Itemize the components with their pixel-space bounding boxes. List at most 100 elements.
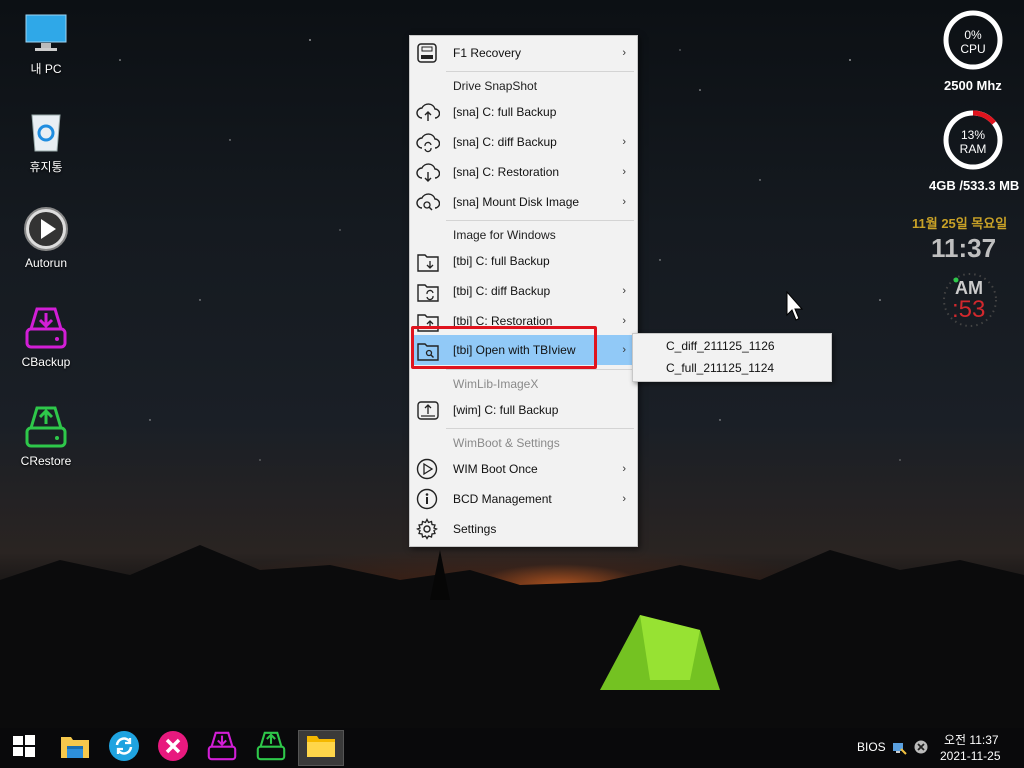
menu-item-bcd-management[interactable]: BCD Management ›	[411, 484, 636, 514]
menu-item-settings[interactable]: Settings	[411, 514, 636, 544]
menu-item-label: [sna] C: diff Backup	[453, 135, 557, 149]
cpu-label: CPU	[960, 42, 986, 56]
recycle-bin-icon	[23, 108, 69, 154]
submenu-item-c-full[interactable]: C_full_211125_1124	[666, 361, 774, 375]
restore-drive-icon	[23, 404, 69, 450]
ram-percent: 13%	[960, 128, 986, 142]
taskbar-close-app[interactable]	[152, 728, 194, 768]
menu-item-sna-restoration[interactable]: [sna] C: Restoration ›	[411, 157, 636, 187]
cloud-up-icon	[416, 101, 441, 123]
chevron-right-icon: ›	[622, 47, 626, 59]
submenu-tbiview: C_diff_211125_1126 C_full_211125_1124	[632, 333, 832, 382]
menu-item-label: [sna] Mount Disk Image	[453, 195, 580, 209]
chevron-right-icon: ›	[622, 344, 626, 356]
chevron-right-icon: ›	[622, 285, 626, 297]
taskbar-cbackup[interactable]	[201, 728, 243, 768]
menu-item-wim-boot-once[interactable]: WIM Boot Once ›	[411, 454, 636, 484]
desktop-icon-label: 내 PC	[30, 62, 62, 76]
desktop-icon-label: CBackup	[21, 355, 71, 369]
taskbar-refresh[interactable]	[103, 728, 145, 768]
taskbar-crestore[interactable]	[250, 728, 292, 768]
menu-item-sna-full-backup[interactable]: [sna] C: full Backup	[411, 97, 636, 127]
chevron-right-icon: ›	[622, 315, 626, 327]
folder-sync-icon	[416, 280, 439, 302]
tray-date[interactable]: 2021-11-25	[940, 749, 1001, 763]
tray-close-icon[interactable]	[914, 740, 928, 759]
folder-down-icon	[416, 250, 439, 272]
menu-item-label: [sna] C: Restoration	[453, 165, 560, 179]
ram-usage: 4GB /533.3 MB	[929, 178, 1020, 193]
crestore-icon	[255, 730, 287, 767]
cbackup-icon	[206, 730, 238, 767]
chevron-right-icon: ›	[622, 463, 626, 475]
backup-drive-icon	[23, 305, 69, 351]
menu-item-f1-recovery[interactable]: F1 Recovery ›	[411, 38, 636, 68]
desktop-icon-label: 휴지통	[29, 160, 63, 174]
explorer-icon	[60, 733, 90, 764]
menu-separator	[446, 71, 634, 72]
menu-item-wim-full-backup[interactable]: [wim] C: full Backup	[411, 395, 636, 425]
menu-section-header: Drive SnapShot	[453, 79, 538, 93]
menu-item-sna-diff-backup[interactable]: [sna] C: diff Backup ›	[411, 127, 636, 157]
play-icon	[23, 206, 69, 252]
menu-item-label: [wim] C: full Backup	[453, 403, 559, 417]
menu-separator	[446, 428, 634, 429]
menu-item-tbi-full-backup[interactable]: [tbi] C: full Backup	[411, 246, 636, 276]
chevron-right-icon: ›	[622, 136, 626, 148]
monitor-icon	[23, 10, 69, 56]
menu-section-header: WimLib-ImageX	[453, 377, 539, 391]
cpu-percent: 0%	[964, 28, 982, 42]
start-icon	[12, 734, 36, 763]
widget-seconds: :53	[952, 296, 986, 323]
menu-item-label: BCD Management	[453, 492, 552, 506]
cloud-search-icon	[416, 191, 441, 213]
cloud-sync-icon	[416, 131, 441, 153]
folder-icon	[306, 734, 336, 763]
submenu-item-c-diff[interactable]: C_diff_211125_1126	[666, 339, 775, 353]
desktop-icon-autorun[interactable]: Autorun	[6, 206, 86, 270]
chevron-right-icon: ›	[622, 493, 626, 505]
desktop-icon-crestore[interactable]: CRestore	[6, 404, 86, 468]
menu-section-header: WimBoot & Settings	[453, 436, 560, 450]
menu-item-label: F1 Recovery	[453, 46, 522, 60]
cpu-frequency: 2500 Mhz	[944, 78, 1002, 93]
network-icon[interactable]	[891, 739, 907, 760]
mouse-cursor-icon	[786, 291, 804, 321]
mountain-silhouette	[0, 545, 1024, 730]
context-menu: F1 Recovery › Drive SnapShot [sna] C: fu…	[409, 35, 638, 547]
tray-time[interactable]: 오전 11:37	[944, 731, 999, 748]
menu-section-header: Image for Windows	[453, 228, 556, 242]
menu-item-label: [sna] C: full Backup	[453, 105, 557, 119]
desktop-icon-my-pc[interactable]: 내 PC	[6, 10, 86, 77]
widget-date: 11월 25일 목요일	[912, 216, 1008, 231]
play-circle-icon	[416, 458, 438, 480]
menu-item-label: [tbi] C: diff Backup	[453, 284, 551, 298]
desktop-icon-cbackup[interactable]: CBackup	[6, 305, 86, 369]
taskbar: BIOS 오전 11:37 2021-11-25	[0, 728, 1024, 768]
menu-item-label: Settings	[453, 522, 497, 536]
menu-separator	[446, 220, 634, 221]
menu-item-label: [tbi] C: full Backup	[453, 254, 550, 268]
close-app-icon	[157, 730, 189, 767]
menu-item-label: WIM Boot Once	[453, 462, 538, 476]
desktop-icon-label: CRestore	[20, 454, 72, 468]
start-button[interactable]	[3, 728, 45, 768]
cloud-down-icon	[416, 161, 441, 183]
tray-bios-label[interactable]: BIOS	[857, 740, 886, 754]
taskbar-folder[interactable]	[298, 730, 344, 766]
taskbar-explorer[interactable]	[54, 728, 96, 768]
desktop-icon-label: Autorun	[24, 256, 68, 270]
drive-icon	[416, 42, 438, 64]
desktop-icon-recycle-bin[interactable]: 휴지통	[6, 108, 86, 175]
chevron-right-icon: ›	[622, 196, 626, 208]
highlight-box	[411, 326, 597, 369]
menu-separator	[446, 369, 634, 370]
ram-label: RAM	[959, 142, 987, 156]
menu-item-tbi-diff-backup[interactable]: [tbi] C: diff Backup ›	[411, 276, 636, 306]
drive-up-icon	[416, 399, 439, 421]
info-icon	[416, 488, 438, 510]
refresh-icon	[108, 730, 140, 767]
ram-gauge: 13% RAM	[942, 109, 1004, 171]
widget-time: 11:37	[931, 233, 997, 263]
menu-item-sna-mount-disk-image[interactable]: [sna] Mount Disk Image ›	[411, 187, 636, 217]
